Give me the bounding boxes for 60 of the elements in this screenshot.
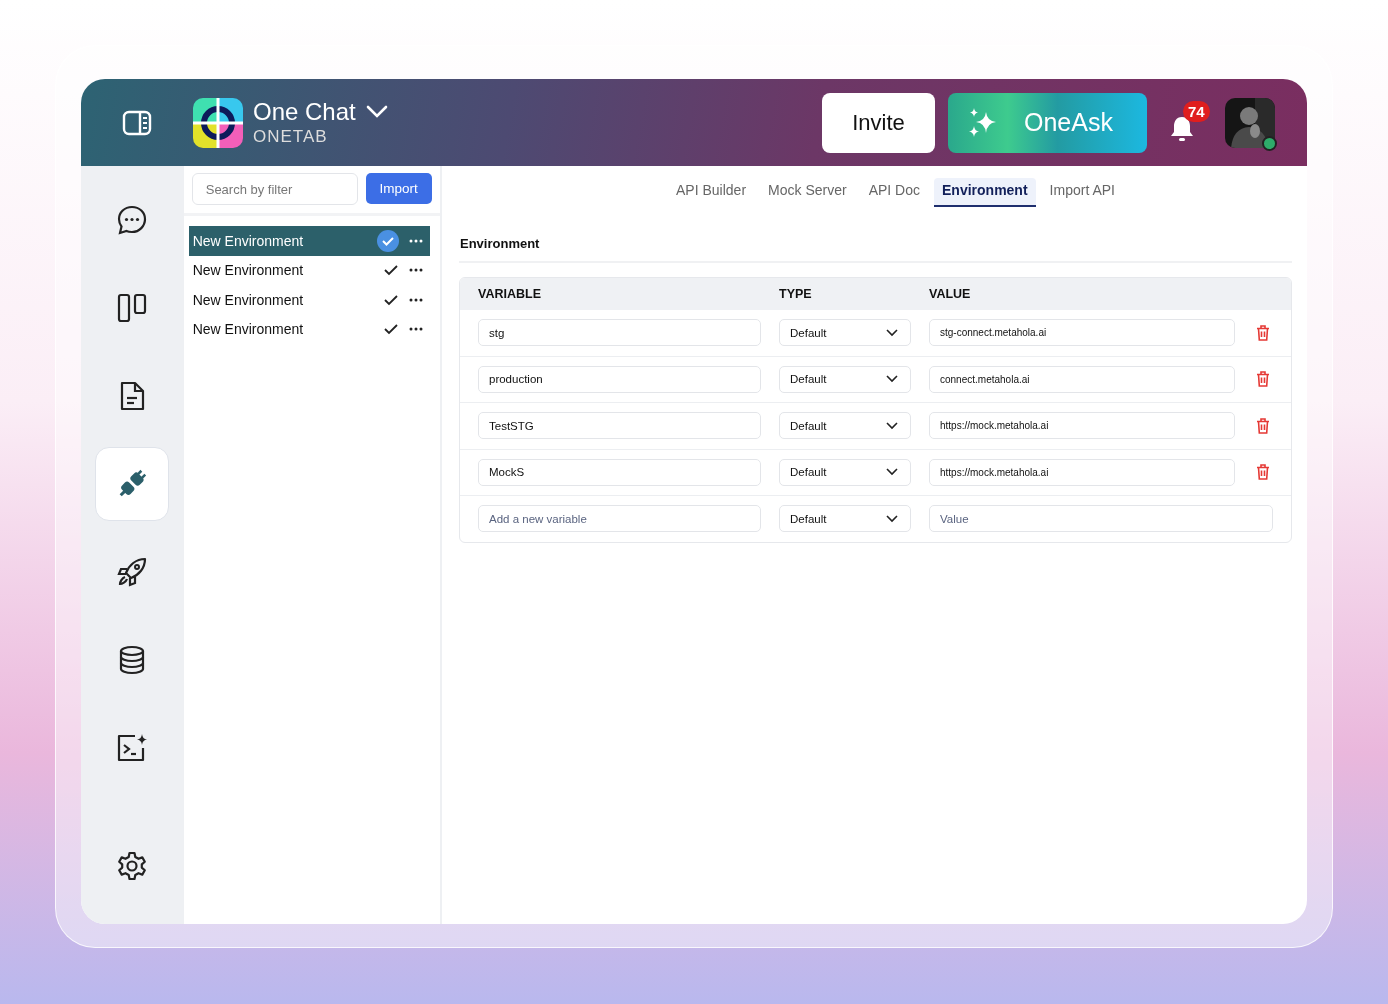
check-icon[interactable] bbox=[383, 323, 399, 336]
check-icon[interactable] bbox=[383, 264, 399, 277]
chevron-down-icon bbox=[886, 421, 898, 430]
chevron-down-icon bbox=[886, 468, 898, 477]
variable-field[interactable]: stg bbox=[478, 319, 761, 347]
column-header: VARIABLE bbox=[478, 287, 542, 301]
section-title: Environment bbox=[460, 236, 540, 251]
tab[interactable]: Mock Server bbox=[760, 178, 855, 207]
type-dropdown[interactable]: Default bbox=[779, 412, 911, 440]
tab[interactable]: API Doc bbox=[860, 178, 928, 207]
sidebar-toggle-icon[interactable] bbox=[122, 109, 152, 136]
delete-icon[interactable] bbox=[1256, 417, 1270, 434]
chevron-down-icon bbox=[886, 328, 898, 337]
workspace-name: ONETAB bbox=[253, 127, 329, 147]
value-field[interactable]: connect.metahola.ai bbox=[929, 365, 1235, 393]
environment-item[interactable]: New Environment bbox=[188, 314, 430, 344]
delete-icon[interactable] bbox=[1256, 324, 1270, 341]
environment-item[interactable]: New Environment bbox=[188, 226, 430, 256]
check-circle-icon[interactable] bbox=[377, 229, 399, 252]
settings-icon bbox=[116, 850, 149, 882]
notification-badge: 74 bbox=[1183, 100, 1210, 122]
delete-icon[interactable] bbox=[1256, 371, 1270, 388]
environment-item[interactable]: New Environment bbox=[188, 255, 430, 285]
variable-field[interactable]: MockS bbox=[478, 458, 761, 486]
chevron-down-icon[interactable] bbox=[365, 105, 388, 119]
nav-item[interactable] bbox=[95, 447, 170, 521]
rocket-icon bbox=[116, 556, 149, 588]
tab[interactable]: API Builder bbox=[668, 178, 755, 207]
search-field[interactable]: Search by filter bbox=[191, 173, 358, 205]
column-header: TYPE bbox=[779, 287, 813, 301]
app-logo-icon bbox=[193, 97, 243, 148]
delete-icon[interactable] bbox=[1256, 464, 1270, 481]
environment-item[interactable]: New Environment bbox=[188, 285, 430, 315]
type-dropdown[interactable]: Default bbox=[779, 458, 911, 486]
value-field[interactable]: stg-connect.metahola.ai bbox=[929, 319, 1235, 347]
column-header: VALUE bbox=[929, 287, 972, 301]
import-button[interactable]: Import bbox=[365, 173, 432, 204]
more-icon[interactable] bbox=[409, 327, 423, 332]
type-dropdown[interactable]: Default bbox=[779, 505, 911, 533]
chevron-down-icon bbox=[886, 375, 898, 384]
variable-field[interactable]: production bbox=[478, 365, 761, 393]
invite-button[interactable]: Invite bbox=[822, 92, 935, 153]
variable-field[interactable]: TestSTG bbox=[478, 412, 761, 440]
more-icon[interactable] bbox=[409, 238, 423, 243]
value-field[interactable]: Value bbox=[929, 505, 1273, 533]
check-icon[interactable] bbox=[383, 293, 399, 306]
tab[interactable]: Environment bbox=[934, 178, 1036, 207]
more-icon[interactable] bbox=[409, 268, 423, 273]
variable-field[interactable]: Add a new variable bbox=[478, 505, 761, 533]
app-name[interactable]: One Chat bbox=[253, 98, 356, 126]
value-field[interactable]: https://mock.metahola.ai bbox=[929, 458, 1235, 486]
type-dropdown[interactable]: Default bbox=[779, 319, 911, 347]
chevron-down-icon bbox=[886, 514, 898, 523]
type-dropdown[interactable]: Default bbox=[779, 365, 911, 393]
columns-icon bbox=[116, 292, 149, 324]
chat-icon bbox=[116, 204, 149, 236]
tab[interactable]: Import API bbox=[1041, 178, 1123, 207]
value-field[interactable]: https://mock.metahola.ai bbox=[929, 412, 1235, 440]
terminal-sparkle-icon bbox=[115, 732, 150, 764]
more-icon[interactable] bbox=[409, 297, 423, 302]
